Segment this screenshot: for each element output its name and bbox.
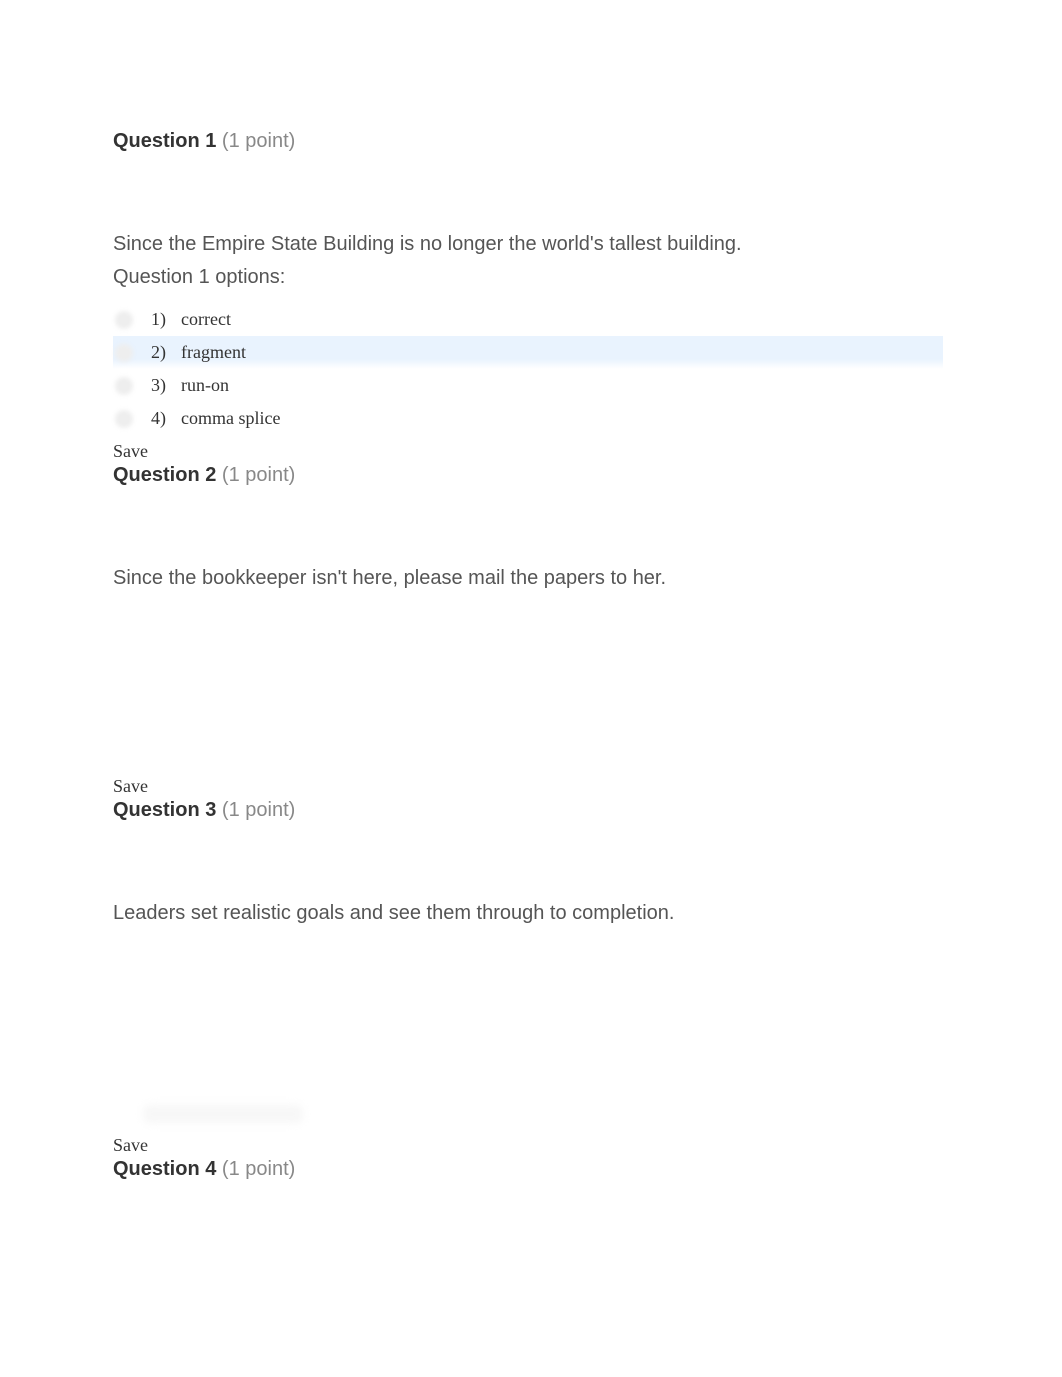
question-2-block: Question 2 (1 point) Since the bookkeepe… [113, 464, 1062, 799]
question-1-options-label: Question 1 options: [113, 266, 1062, 289]
question-2-label: Question 2 [113, 464, 216, 486]
option-text: fragment [175, 336, 943, 369]
question-4-header: Question 4 (1 point) [113, 1158, 1062, 1181]
question-4-block: Question 4 (1 point) [113, 1158, 1062, 1181]
option-text: correct [175, 303, 943, 336]
option-text: run-on [175, 369, 943, 402]
radio-icon[interactable] [115, 377, 133, 395]
save-button-q2[interactable]: Save [113, 776, 148, 797]
question-3-block: Question 3 (1 point) Leaders set realist… [113, 799, 1062, 1158]
blurred-content [143, 1105, 303, 1123]
option-row-4[interactable]: 4) comma splice [113, 402, 943, 435]
radio-icon[interactable] [115, 311, 133, 329]
question-1-block: Question 1 (1 point) Since the Empire St… [113, 130, 1062, 464]
option-text: comma splice [175, 402, 943, 435]
save-button-q3[interactable]: Save [113, 1135, 148, 1156]
question-2-points: (1 point) [222, 464, 295, 486]
question-1-points: (1 point) [222, 130, 295, 152]
option-row-3[interactable]: 3) run-on [113, 369, 943, 402]
option-number: 2) [151, 336, 175, 369]
save-button-q1[interactable]: Save [113, 441, 148, 462]
question-3-text: Leaders set realistic goals and see them… [113, 900, 873, 927]
radio-icon[interactable] [115, 410, 133, 428]
question-2-header: Question 2 (1 point) [113, 464, 1062, 487]
question-4-label: Question 4 [113, 1158, 216, 1180]
question-3-label: Question 3 [113, 799, 216, 821]
question-2-text: Since the bookkeeper isn't here, please … [113, 565, 873, 592]
question-1-text: Since the Empire State Building is no lo… [113, 231, 873, 258]
option-number: 3) [151, 369, 175, 402]
option-number: 1) [151, 303, 175, 336]
question-3-points: (1 point) [222, 799, 295, 821]
radio-icon[interactable] [115, 344, 133, 362]
question-1-options: 1) correct 2) fragment 3) run-on 4) comm… [113, 303, 943, 435]
question-1-label: Question 1 [113, 130, 216, 152]
option-row-1[interactable]: 1) correct [113, 303, 943, 336]
option-row-2[interactable]: 2) fragment [113, 336, 943, 369]
question-3-header: Question 3 (1 point) [113, 799, 1062, 822]
option-number: 4) [151, 402, 175, 435]
question-1-header: Question 1 (1 point) [113, 130, 1062, 153]
question-4-points: (1 point) [222, 1158, 295, 1180]
